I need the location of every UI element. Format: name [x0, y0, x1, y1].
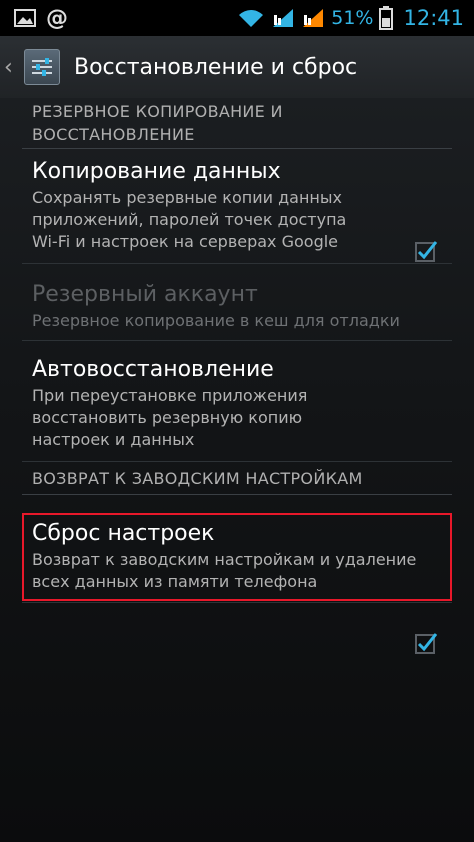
list-item-backup-account: Резервный аккаунт Резервное копирование … — [22, 264, 452, 341]
list-item-factory-reset[interactable]: Сброс настроек Возврат к заводским настр… — [32, 515, 442, 599]
settings-list: РЕЗЕРВНОЕ КОПИРОВАНИЕ И ВОССТАНОВЛЕНИЕ К… — [0, 98, 474, 842]
item-summary: Резервное копирование в кеш для отладки — [32, 311, 400, 330]
checkbox-checked-icon[interactable] — [414, 631, 438, 655]
signal-2-icon — [303, 9, 324, 27]
section-header-factory: ВОЗВРАТ К ЗАВОДСКИМ НАСТРОЙКАМ — [22, 464, 452, 495]
action-bar: ‹ Восстановление и сброс — [0, 36, 474, 99]
checkbox-checked-icon[interactable] — [414, 239, 438, 263]
at-icon: @ — [46, 5, 68, 31]
battery-percent: 51% — [331, 7, 374, 29]
item-title: Копирование данных — [32, 159, 281, 184]
battery-icon — [379, 6, 394, 30]
wifi-icon — [239, 10, 264, 27]
image-icon — [14, 9, 36, 27]
item-summary: При переустановке приложения восстановит… — [32, 386, 308, 449]
highlight-frame: Сброс настроек Возврат к заводским настр… — [22, 513, 452, 601]
chevron-left-icon[interactable]: ‹ — [4, 55, 18, 80]
item-title: Автовосстановление — [32, 357, 274, 382]
list-item-auto-restore[interactable]: Автовосстановление При переустановке при… — [22, 341, 452, 654]
divider — [22, 601, 452, 603]
item-title: Сброс настроек — [32, 521, 215, 546]
page-title: Восстановление и сброс — [74, 54, 358, 80]
item-summary: Возврат к заводским настройкам и удалени… — [32, 550, 417, 591]
section-header-backup: РЕЗЕРВНОЕ КОПИРОВАНИЕ И ВОССТАНОВЛЕНИЕ — [22, 98, 452, 149]
list-item-backup-data[interactable]: Копирование данных Сохранять резервные к… — [22, 149, 452, 264]
item-title: Резервный аккаунт — [32, 282, 258, 307]
status-time: 12:41 — [403, 6, 464, 30]
settings-sliders-icon[interactable] — [24, 49, 60, 85]
item-summary: Сохранять резервные копии данных приложе… — [32, 188, 347, 251]
signal-1-icon — [273, 9, 294, 27]
status-bar: @ 51% 12:41 — [0, 0, 474, 36]
